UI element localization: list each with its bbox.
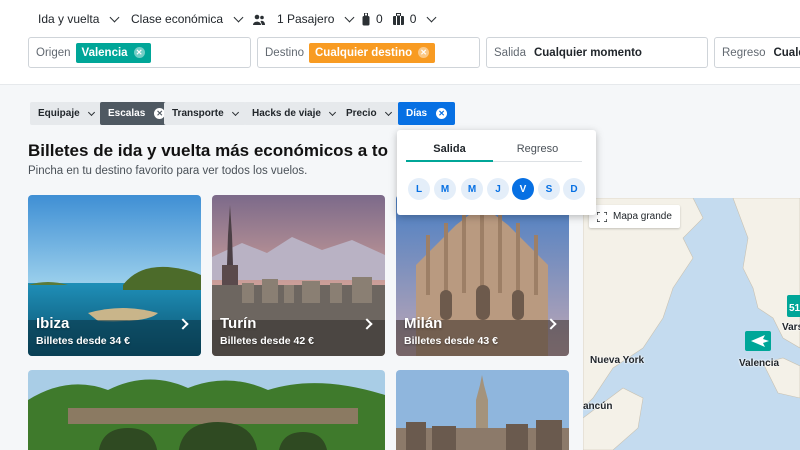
cabin-class-select[interactable]: Clase económica: [131, 12, 244, 26]
filter-label: Días: [406, 108, 428, 119]
chevron-down-icon: [87, 108, 95, 116]
chevron-down-icon: [426, 12, 437, 22]
card-city: Milán: [404, 315, 443, 332]
days-popup: Salida Regreso L M M J V S D: [397, 130, 596, 215]
chevron-down-icon: [231, 108, 239, 116]
map-price-badge: 51: [789, 303, 800, 314]
filter-transport[interactable]: Transporte: [164, 102, 246, 125]
map-graphic: 51: [583, 198, 800, 450]
filter-label: Transporte: [172, 108, 224, 119]
passenger-icon: [253, 14, 265, 25]
filter-price[interactable]: Precio: [338, 102, 399, 125]
brussels-photo: [396, 370, 569, 450]
page-title: Billetes de ida y vuelta más económicos …: [28, 141, 388, 160]
departure-label: Salida: [494, 46, 526, 59]
map-label-valencia: Valencia: [739, 358, 780, 369]
bridge-photo: [28, 370, 385, 450]
day-sunday[interactable]: D: [563, 178, 585, 200]
trip-type-select[interactable]: Ida y vuelta: [38, 12, 120, 26]
destination-card-brussels[interactable]: [396, 370, 569, 450]
cabin-bag-icon: [362, 12, 370, 25]
destination-label: Destino: [265, 46, 304, 59]
destination-card-bridge[interactable]: [28, 370, 385, 450]
tab-divider: [493, 161, 582, 162]
destination-card-ibiza[interactable]: Ibiza Billetes desde 34 €: [28, 195, 201, 356]
day-tuesday[interactable]: M: [434, 178, 456, 200]
chevron-down-icon: [233, 12, 244, 22]
day-friday[interactable]: V: [512, 178, 534, 200]
destination-tag: Cualquier destino ✕: [309, 42, 436, 63]
filter-stops[interactable]: Escalas ✕: [100, 102, 174, 125]
map-label-new-york: Nueva York: [590, 355, 645, 366]
return-field[interactable]: Regreso Cualqu: [714, 37, 800, 68]
chevron-down-icon: [384, 108, 392, 116]
return-value: Cualqu: [773, 46, 800, 59]
filter-days[interactable]: Días ✕: [398, 102, 456, 125]
filter-baggage[interactable]: Equipaje: [30, 102, 102, 125]
card-price: Billetes desde 42 €: [220, 335, 314, 347]
remove-origin-icon[interactable]: ✕: [133, 47, 145, 58]
filter-label: Equipaje: [38, 108, 80, 119]
page-subtitle: Pincha en tu destino favorito para ver t…: [28, 165, 308, 177]
origin-field[interactable]: Origen Valencia ✕: [28, 37, 251, 68]
tab-departure[interactable]: Salida: [406, 143, 493, 155]
remove-filter-icon[interactable]: ✕: [436, 108, 448, 119]
expand-map-button[interactable]: Mapa grande: [589, 205, 680, 228]
day-saturday[interactable]: S: [538, 178, 560, 200]
destination-field[interactable]: Destino Cualquier destino ✕: [257, 37, 480, 68]
card-price: Billetes desde 34 €: [36, 335, 130, 347]
passengers-select[interactable]: 1 Pasajero: [253, 12, 355, 26]
remove-destination-icon[interactable]: ✕: [418, 47, 430, 58]
origin-label: Origen: [36, 46, 71, 59]
destinations-map[interactable]: 51: [583, 198, 800, 450]
map-label-warsaw: Vars: [782, 322, 800, 333]
filter-travel-hacks[interactable]: Hacks de viaje: [244, 102, 343, 125]
day-monday[interactable]: L: [408, 178, 430, 200]
card-city: Turín: [220, 315, 257, 332]
departure-value: Cualquier momento: [533, 46, 642, 59]
chevron-down-icon: [344, 12, 355, 22]
day-thursday[interactable]: J: [487, 178, 509, 200]
cabin-bag-count: 0: [376, 12, 383, 26]
checked-bag-icon: [392, 13, 404, 25]
trip-type-label: Ida y vuelta: [38, 12, 100, 26]
filter-label: Hacks de viaje: [252, 108, 321, 119]
destination-value: Cualquier destino: [315, 46, 413, 59]
checked-bag-count: 0: [409, 12, 417, 26]
card-city: Ibiza: [36, 315, 70, 332]
filter-label: Escalas: [108, 108, 146, 119]
expand-icon: [597, 211, 607, 222]
return-label: Regreso: [722, 46, 766, 59]
search-header: Ida y vuelta Clase económica 1 Pasajero …: [0, 0, 800, 85]
cabin-class-label: Clase económica: [131, 12, 224, 26]
card-price: Billetes desde 43 €: [404, 335, 498, 347]
day-wednesday[interactable]: M: [461, 178, 483, 200]
passengers-label: 1 Pasajero: [277, 12, 335, 26]
origin-value: Valencia: [81, 46, 128, 59]
chevron-down-icon: [328, 108, 336, 116]
origin-tag: Valencia ✕: [75, 42, 151, 63]
destination-card-turin[interactable]: Turín Billetes desde 42 €: [212, 195, 385, 356]
tab-return[interactable]: Regreso: [493, 143, 582, 155]
baggage-select[interactable]: 0 0: [362, 12, 437, 26]
departure-field[interactable]: Salida Cualquier momento: [486, 37, 708, 68]
filter-label: Precio: [346, 108, 377, 119]
chevron-down-icon: [109, 12, 120, 22]
map-label-cancun: ancún: [583, 401, 613, 412]
tab-underline: [406, 160, 493, 162]
expand-map-label: Mapa grande: [613, 211, 672, 222]
destination-card-milan[interactable]: Milán Billetes desde 43 €: [396, 195, 569, 356]
